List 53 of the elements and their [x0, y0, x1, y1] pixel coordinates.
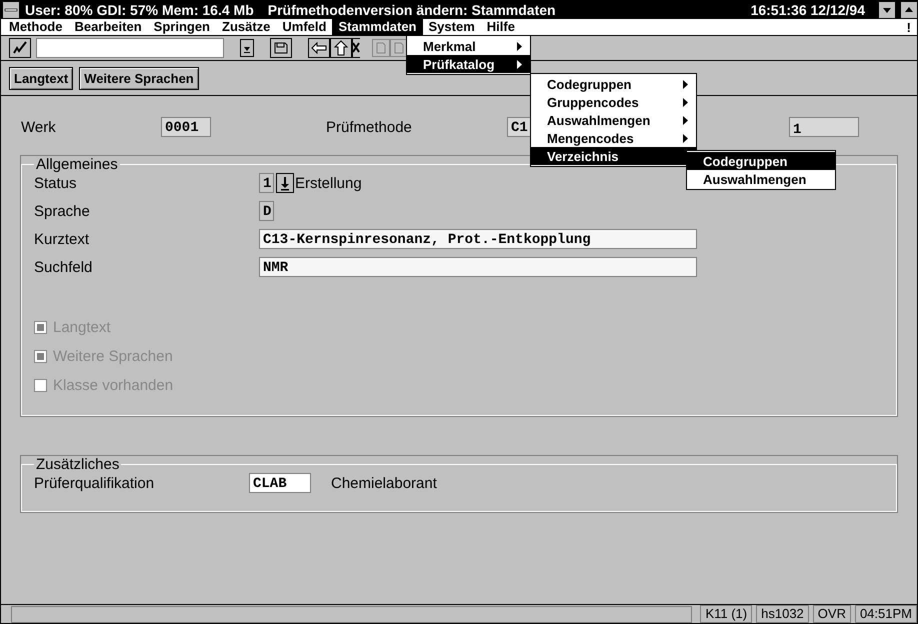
checkbox-label: Klasse vorhanden [53, 376, 174, 394]
menu-option[interactable]: Auswahlmengen [703, 172, 806, 186]
status-segment: OVR [812, 605, 851, 623]
window-title: Prüfmethodenversion ändern: Stammdaten [268, 2, 556, 18]
status-segment: K11 (1) [700, 605, 752, 623]
command-field[interactable] [36, 38, 224, 58]
maximize-icon[interactable] [901, 2, 917, 18]
cancel-icon[interactable] [352, 38, 360, 58]
menu-option[interactable]: Auswahlmengen [547, 112, 650, 128]
plant-field[interactable]: 0001 [161, 117, 211, 137]
field-label: Kurztext [34, 230, 90, 248]
minimize-icon[interactable] [879, 2, 895, 18]
status-segment: 04:51PM [854, 605, 917, 623]
menu-option[interactable]: Gruppencodes [547, 94, 639, 110]
status-field[interactable]: 1 [259, 173, 274, 193]
menu-option[interactable]: Mengencodes [547, 130, 634, 146]
menu-item[interactable]: Umfeld [276, 19, 332, 35]
menu-item[interactable]: System [422, 19, 481, 35]
language-field: D [259, 201, 274, 221]
help-mark: ! [906, 20, 912, 34]
menu-item[interactable]: Zusätze [216, 19, 276, 35]
field-label: Suchfeld [34, 258, 94, 276]
field-label: Prüfmethode [326, 118, 413, 136]
menu-item[interactable]: Bearbeiten [68, 19, 148, 35]
qualification-field[interactable]: CLAB [249, 473, 311, 493]
menu-item[interactable]: Hilfe [480, 19, 521, 35]
field-label: Werk [21, 118, 57, 136]
field-label: Sprache [34, 202, 91, 220]
clock: 16:51:36 12/12/94 [750, 2, 865, 18]
status-text: Erstellung [295, 174, 362, 192]
version-field[interactable]: 1 [789, 117, 859, 137]
checkbox-label: Langtext [53, 318, 111, 336]
group-title: Allgemeines [35, 156, 119, 173]
push-button[interactable]: Weitere Sprachen [79, 66, 199, 90]
menu-item[interactable]: Stammdaten [332, 19, 422, 35]
save-icon[interactable] [270, 38, 292, 58]
checkbox-label: Weitere Sprachen [53, 348, 173, 364]
page-icon[interactable] [390, 39, 408, 57]
field-label: Prüferqualifikation [34, 474, 156, 492]
field-label: Status [34, 174, 78, 192]
menu-option[interactable]: Codegruppen [547, 76, 632, 92]
text-field[interactable]: NMR [259, 257, 697, 277]
system-info: User: 80% GDI: 57% Mem: 16.4 Mb [25, 2, 254, 18]
system-menu-icon[interactable] [3, 2, 19, 18]
push-button[interactable]: Langtext [9, 66, 74, 90]
text-field[interactable]: C13-Kernspinresonanz, Prot.-Entkopplung [259, 229, 697, 249]
menu-item[interactable]: Methode [3, 19, 68, 35]
menu-option[interactable]: Merkmal [423, 38, 476, 54]
qualification-text: Chemielaborant [331, 474, 437, 492]
status-segment: hs1032 [756, 605, 809, 623]
check-icon[interactable] [9, 38, 31, 58]
group-title: Zusätzliches [35, 456, 120, 473]
menu-item[interactable]: Springen [148, 19, 216, 35]
